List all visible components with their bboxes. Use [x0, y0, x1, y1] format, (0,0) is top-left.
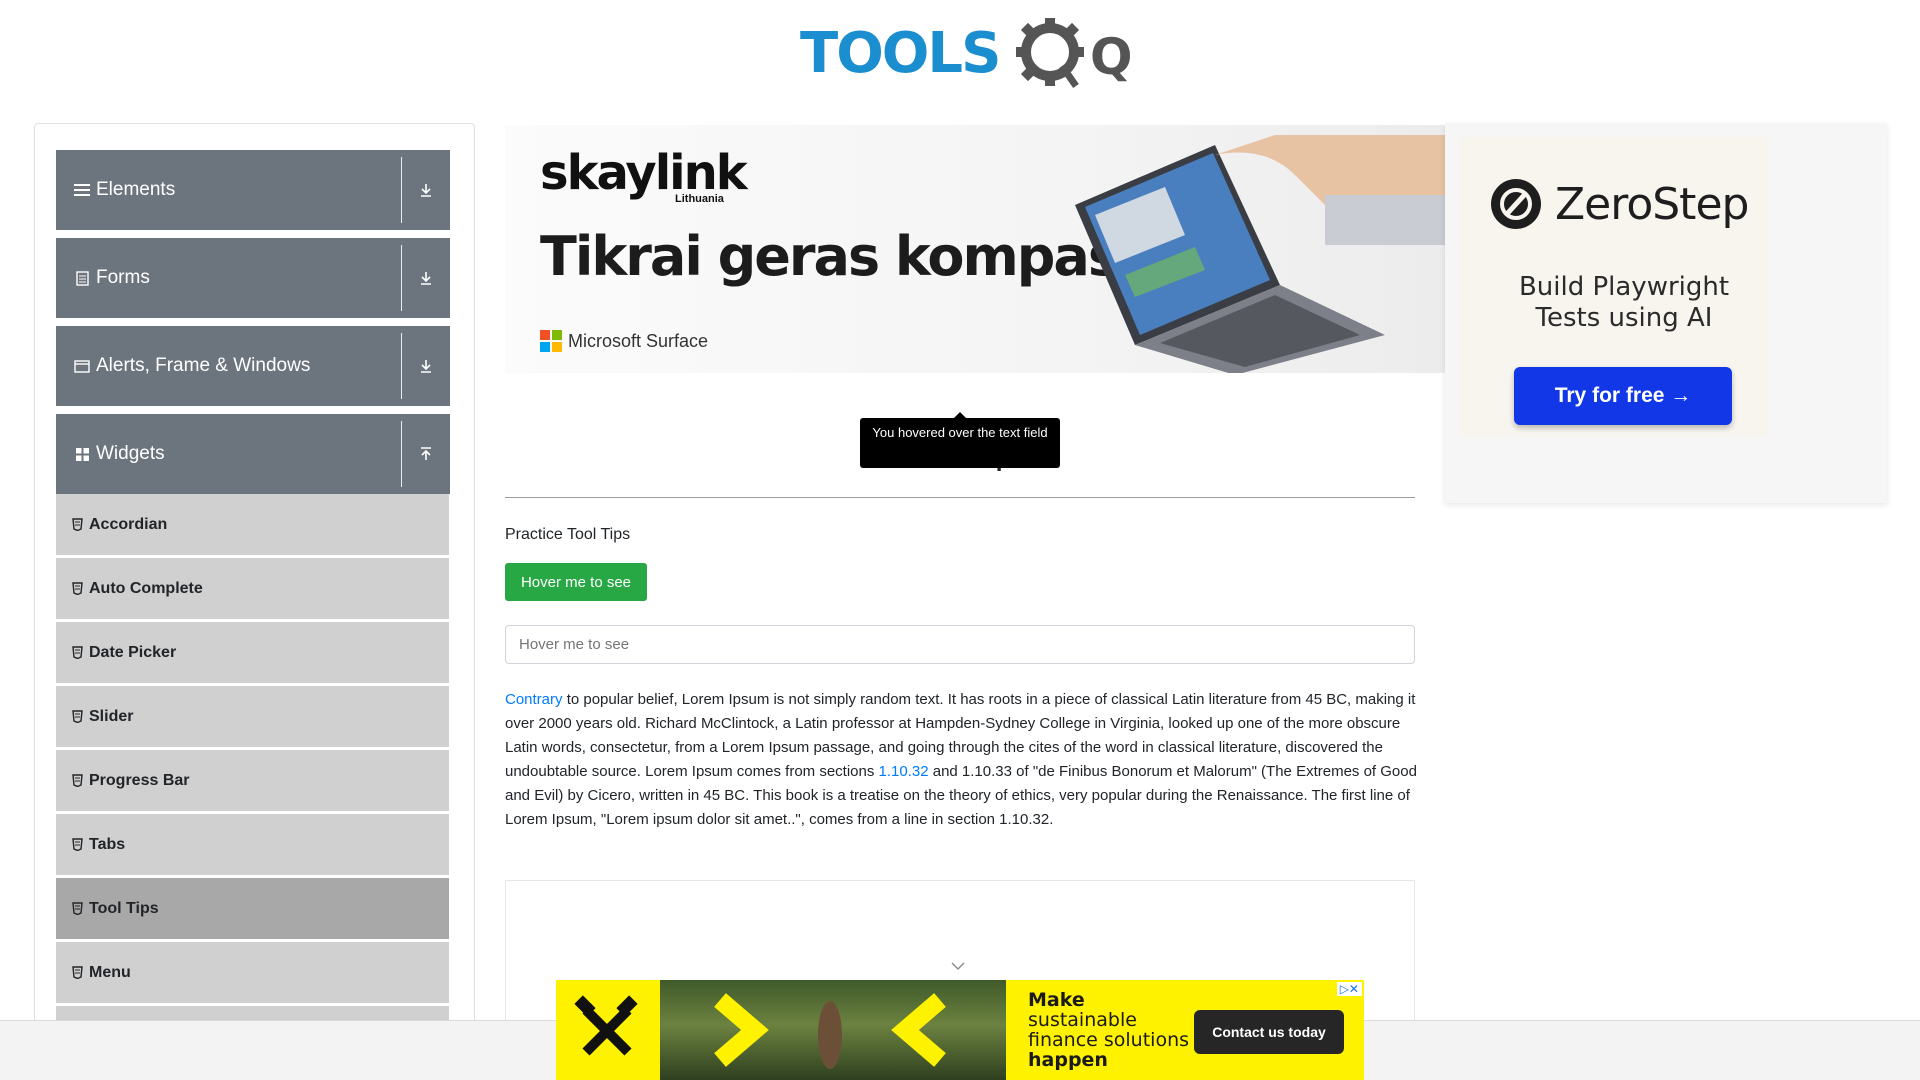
ad-tagline: Build Playwright Tests using AI	[1459, 272, 1789, 334]
sidebar-item-label: Menu	[89, 963, 131, 981]
sidebar-item-date-picker[interactable]: Date Picker	[56, 622, 449, 684]
section-label: Practice Tool Tips	[505, 526, 631, 543]
divider	[505, 497, 1415, 498]
ad-brand: ZeroStep	[1555, 178, 1749, 230]
html5-icon	[71, 710, 83, 724]
chevron-down-icon[interactable]	[951, 962, 965, 970]
html5-icon	[71, 966, 83, 980]
microsoft-surface-label: Microsoft Surface	[540, 330, 708, 352]
contact-us-button[interactable]: Contact us today	[1194, 1010, 1344, 1054]
try-for-free-button[interactable]: Try for free →	[1514, 367, 1732, 425]
sidebar-item-tabs[interactable]: Tabs	[56, 814, 449, 876]
ad-headline: Tikrai geras kompas!	[540, 225, 1143, 288]
microsoft-logo-icon	[540, 330, 562, 352]
sidebar-item-menu[interactable]: Menu	[56, 942, 449, 1004]
ad-copy-line2: sustainable	[1028, 1009, 1137, 1031]
sidebar-item-accordian[interactable]: Accordian	[56, 494, 449, 556]
sidebar-group-elements[interactable]: Elements	[56, 150, 450, 230]
sidebar-item-auto-complete[interactable]: Auto Complete	[56, 558, 449, 620]
download-arrow-icon[interactable]	[402, 326, 450, 406]
html5-icon	[71, 902, 83, 916]
sidebar-item-label: Progress Bar	[89, 771, 190, 789]
sidebar-item-label: Slider	[89, 707, 134, 725]
site-header: TOOLS QA	[0, 0, 1920, 100]
sidebar-item-label: Auto Complete	[89, 579, 203, 597]
sidebar-item-label: Accordian	[89, 515, 168, 533]
logo-gear-icon: QA	[1016, 18, 1130, 89]
html5-icon	[71, 582, 83, 596]
separator	[401, 157, 402, 223]
lorem-paragraph: Contrary to popular belief, Lorem Ipsum …	[505, 688, 1417, 832]
tooltip: You hovered over the text field	[860, 418, 1060, 468]
ad-tagline-line2: Tests using AI	[1535, 303, 1713, 333]
ad-card: ZeroStep Build Playwright Tests using AI…	[1459, 137, 1769, 437]
ad-partner: Microsoft Surface	[568, 330, 709, 351]
sidebar-item-tool-tips[interactable]: Tool Tips	[56, 878, 449, 940]
hover-me-button[interactable]: Hover me to see	[505, 563, 647, 601]
grid-icon	[73, 445, 91, 463]
download-arrow-icon[interactable]	[402, 150, 450, 230]
ad-copy-line1: Make	[1028, 989, 1085, 1011]
ad-copy: Make sustainable finance solutions happe…	[1028, 990, 1189, 1070]
zerostep-logo: ZeroStep	[1489, 177, 1749, 231]
skaylink-banner-ad[interactable]: skaylink Lithuania Tikrai geras kompas! …	[505, 125, 1445, 373]
sidebar-item-label: Tabs	[89, 835, 126, 853]
upload-arrow-icon[interactable]	[402, 414, 450, 494]
html5-icon	[71, 518, 83, 532]
logo-text-tools: TOOLS	[800, 21, 1001, 86]
logo-text-qa: QA	[1090, 28, 1130, 86]
sidebar-item-label: Date Picker	[89, 643, 177, 661]
sidebar-group-label: Forms	[96, 267, 150, 288]
ad-tagline-line1: Build Playwright	[1518, 272, 1730, 302]
bottom-banner-ad[interactable]: Make sustainable finance solutions happe…	[556, 980, 1364, 1080]
separator	[401, 245, 402, 311]
chevrons-graphic	[714, 993, 946, 1069]
sidebar-group-label: Alerts, Frame & Windows	[96, 355, 311, 376]
sidebar-item-slider[interactable]: Slider	[56, 686, 449, 748]
window-icon	[73, 357, 91, 375]
ad-copy-line4: happen	[1028, 1049, 1108, 1071]
section-link[interactable]: 1.10.32	[879, 763, 929, 780]
sidebar-item-label: Tool Tips	[89, 899, 159, 917]
sidebar-group-label: Widgets	[96, 443, 165, 464]
html5-icon	[71, 838, 83, 852]
ad-brand-sub: Lithuania	[675, 193, 724, 205]
separator	[401, 421, 402, 487]
sidebar-item-progress-bar[interactable]: Progress Bar	[56, 750, 449, 812]
document-icon	[73, 269, 91, 287]
sidebar-group-widgets[interactable]: Widgets	[56, 414, 450, 494]
download-arrow-icon[interactable]	[402, 238, 450, 318]
html5-icon	[71, 774, 83, 788]
ad-choices-icon[interactable]: ▷✕	[1336, 982, 1362, 996]
sidebar-group-label: Elements	[96, 179, 176, 200]
zerostep-side-ad[interactable]: ZeroStep Build Playwright Tests using AI…	[1445, 123, 1887, 503]
hamburger-icon	[73, 181, 91, 199]
sidebar-group-forms[interactable]: Forms	[56, 238, 450, 318]
left-sidebar: Elements Forms Alerts, Frame & Windows W…	[34, 123, 475, 1023]
cross-hammers-logo-icon	[574, 995, 638, 1056]
contrary-link[interactable]: Contrary	[505, 691, 563, 708]
html5-icon	[71, 646, 83, 660]
ad-copy-line3: finance solutions	[1028, 1029, 1190, 1051]
zerostep-logo-icon	[1491, 179, 1541, 229]
hover-text-field[interactable]	[505, 625, 1415, 664]
separator	[401, 333, 402, 399]
toolsqa-logo[interactable]: TOOLS QA	[800, 14, 1130, 92]
sidebar-group-alerts[interactable]: Alerts, Frame & Windows	[56, 326, 450, 406]
laptop-image	[1075, 135, 1445, 373]
